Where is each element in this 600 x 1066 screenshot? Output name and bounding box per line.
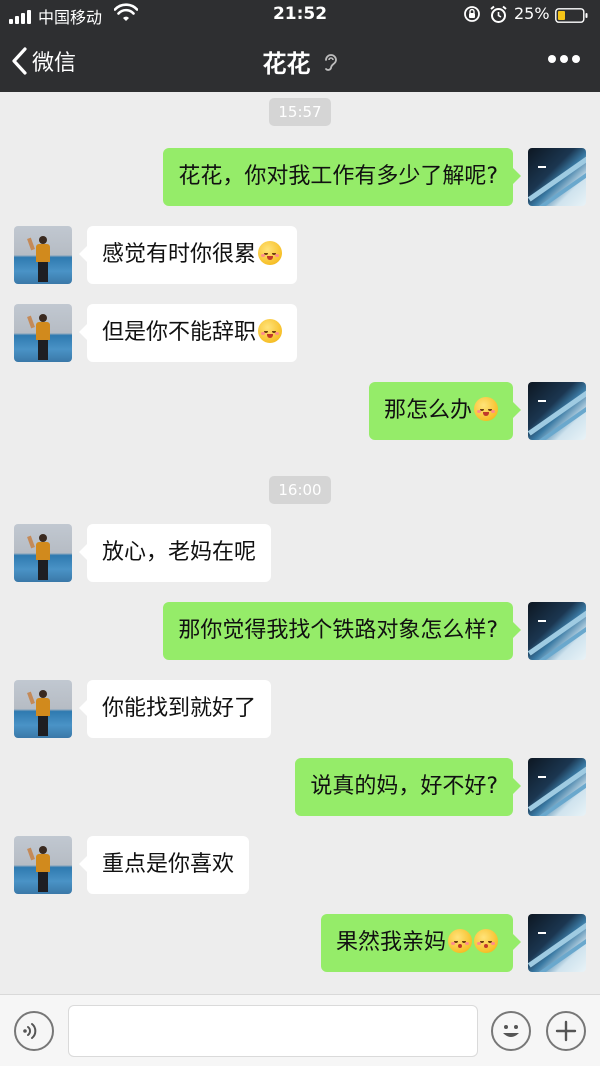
emoji-button[interactable] bbox=[491, 1011, 531, 1051]
status-bar: 中国移动 21:52 25% bbox=[0, 0, 600, 30]
message-row: 花花，你对我工作有多少了解呢? bbox=[0, 148, 600, 206]
message-bubble-outgoing[interactable]: 花花，你对我工作有多少了解呢? bbox=[163, 148, 521, 206]
message-text: 那怎么办 bbox=[383, 398, 472, 423]
my-avatar[interactable] bbox=[528, 148, 586, 206]
kiss-emoji-icon bbox=[474, 929, 498, 953]
contact-avatar[interactable] bbox=[14, 680, 72, 738]
message-text: 感觉有时你很累 bbox=[102, 242, 257, 267]
contact-avatar[interactable] bbox=[14, 836, 72, 894]
message-bubble-incoming[interactable]: 放心，老妈在呢 bbox=[78, 524, 272, 582]
input-bar bbox=[0, 994, 600, 1066]
contact-avatar[interactable] bbox=[14, 524, 72, 582]
message-row: 说真的妈，好不好? bbox=[0, 758, 600, 816]
message-input[interactable] bbox=[68, 1005, 478, 1057]
battery-percent: 25% bbox=[514, 4, 550, 23]
alarm-icon bbox=[490, 5, 507, 23]
timestamp: 16:00 bbox=[269, 476, 331, 504]
message-text: 那你觉得我找个铁路对象怎么样? bbox=[178, 618, 498, 643]
message-text: 你能找到就好了 bbox=[102, 696, 257, 721]
message-row: 放心，老妈在呢 bbox=[0, 524, 600, 582]
message-row: 感觉有时你很累 bbox=[0, 226, 600, 284]
blush-emoji-icon bbox=[474, 397, 498, 421]
message-bubble-incoming[interactable]: 但是你不能辞职 bbox=[78, 304, 298, 362]
message-text: 果然我亲妈 bbox=[335, 930, 446, 955]
my-avatar[interactable] bbox=[528, 602, 586, 660]
chat-area[interactable]: 15:57 花花，你对我工作有多少了解呢? 感觉有时你很累 但是你不能辞职 那怎… bbox=[0, 92, 600, 994]
my-avatar[interactable] bbox=[528, 758, 586, 816]
ear-icon bbox=[324, 53, 337, 71]
message-row: 但是你不能辞职 bbox=[0, 304, 600, 362]
more-functions-button[interactable] bbox=[546, 1011, 586, 1051]
plus-icon bbox=[555, 1020, 577, 1042]
rotation-lock-icon bbox=[464, 6, 480, 22]
my-avatar[interactable] bbox=[528, 914, 586, 972]
message-row: 重点是你喜欢 bbox=[0, 836, 600, 894]
timestamp: 15:57 bbox=[269, 98, 331, 126]
chat-title: 花花 bbox=[262, 50, 311, 78]
message-row: 那怎么办 bbox=[0, 382, 600, 440]
my-avatar[interactable] bbox=[528, 382, 586, 440]
nav-bar: 微信 花花 bbox=[0, 30, 600, 92]
top-bar: 中国移动 21:52 25% 微信 花花 bbox=[0, 0, 600, 92]
voice-icon bbox=[23, 1023, 37, 1039]
battery-icon bbox=[555, 8, 588, 23]
blush-emoji-icon bbox=[258, 241, 283, 265]
message-bubble-outgoing[interactable]: 那怎么办 bbox=[368, 382, 522, 440]
message-bubble-incoming[interactable]: 重点是你喜欢 bbox=[78, 836, 250, 894]
message-bubble-incoming[interactable]: 你能找到就好了 bbox=[78, 680, 272, 738]
kiss-emoji-icon bbox=[448, 929, 472, 953]
message-text: 说真的妈，好不好? bbox=[310, 774, 498, 799]
message-row: 那你觉得我找个铁路对象怎么样? bbox=[0, 602, 600, 660]
voice-button[interactable] bbox=[14, 1011, 54, 1051]
message-bubble-outgoing[interactable]: 果然我亲妈 bbox=[320, 914, 522, 972]
message-row: 你能找到就好了 bbox=[0, 680, 600, 738]
contact-avatar[interactable] bbox=[14, 304, 72, 362]
message-text: 重点是你喜欢 bbox=[102, 852, 235, 877]
message-text: 但是你不能辞职 bbox=[102, 320, 257, 345]
title-area: 花花 bbox=[0, 44, 600, 78]
message-bubble-outgoing[interactable]: 那你觉得我找个铁路对象怎么样? bbox=[163, 602, 521, 660]
clock: 21:52 bbox=[272, 4, 328, 24]
blush-emoji-icon bbox=[258, 319, 283, 343]
message-row: 果然我亲妈 bbox=[0, 914, 600, 972]
message-text: 花花，你对我工作有多少了解呢? bbox=[178, 164, 498, 189]
message-text: 放心，老妈在呢 bbox=[102, 540, 257, 565]
contact-avatar[interactable] bbox=[14, 226, 72, 284]
emoji-icon bbox=[503, 1025, 519, 1037]
message-bubble-incoming[interactable]: 感觉有时你很累 bbox=[78, 226, 298, 284]
message-bubble-outgoing[interactable]: 说真的妈，好不好? bbox=[295, 758, 521, 816]
more-dots-icon[interactable] bbox=[548, 54, 580, 64]
